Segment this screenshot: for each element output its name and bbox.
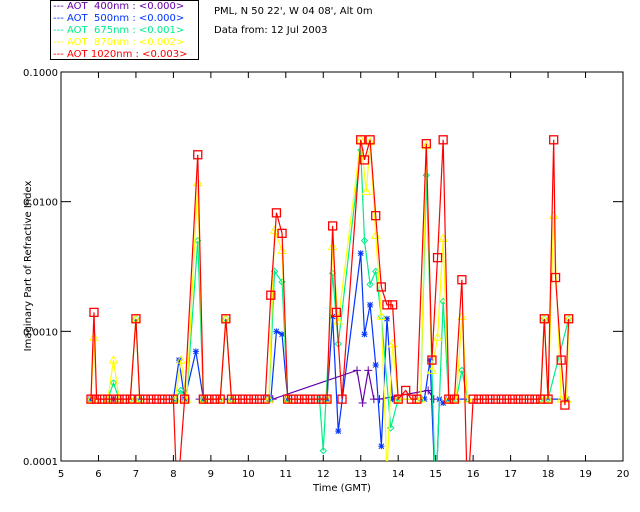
x-tick-label: 12 [317, 469, 330, 480]
x-tick-label: 13 [354, 469, 367, 480]
x-tick-label: 8 [170, 469, 176, 480]
x-tick-label: 10 [242, 469, 255, 480]
chart-window: --- AOT 400nm : <0.000> --- AOT 500nm : … [0, 0, 640, 512]
y-tick-label: 0.0001 [23, 457, 58, 468]
data-point [464, 496, 472, 504]
data-point [357, 250, 364, 257]
data-point [335, 428, 342, 435]
data-point [364, 366, 373, 375]
x-axis-label: Time (GMT) [312, 483, 371, 494]
data-point [358, 399, 367, 408]
data-point [173, 496, 181, 504]
plot-area: 5 6 7 8 9 10 11 12 13 14 15 16 17 18 19 200.00010.00100… [23, 68, 630, 504]
x-tick-label: 5 [58, 469, 64, 480]
y-tick-label: 0.1000 [23, 68, 58, 79]
data-point [352, 366, 361, 375]
x-tick-label: 6 [95, 469, 101, 480]
x-tick-label: 18 [542, 469, 555, 480]
x-tick-label: 14 [392, 469, 405, 480]
x-tick-label: 7 [133, 469, 139, 480]
data-point [273, 328, 280, 335]
y-axis-label: Imaginary Part of Refractive Index [23, 181, 34, 352]
data-point [192, 348, 199, 355]
x-tick-label: 17 [504, 469, 517, 480]
x-tick-label: 16 [467, 469, 480, 480]
data-point [433, 497, 439, 503]
x-tick-label: 11 [279, 469, 292, 480]
data-point [378, 443, 385, 450]
data-point [361, 331, 368, 338]
series-aot-1020nm [86, 135, 574, 504]
data-point [383, 470, 391, 477]
data-point [372, 362, 379, 368]
data-point [367, 301, 374, 308]
x-tick-label: 15 [429, 469, 442, 480]
series-line [90, 139, 570, 461]
data-point [375, 395, 384, 404]
series-aot-500nm [87, 250, 570, 503]
data-point [433, 497, 439, 503]
series-line [90, 253, 567, 461]
x-tick-label: 19 [579, 469, 592, 480]
x-tick-label: 9 [208, 469, 214, 480]
x-tick-label: 20 [617, 469, 630, 480]
